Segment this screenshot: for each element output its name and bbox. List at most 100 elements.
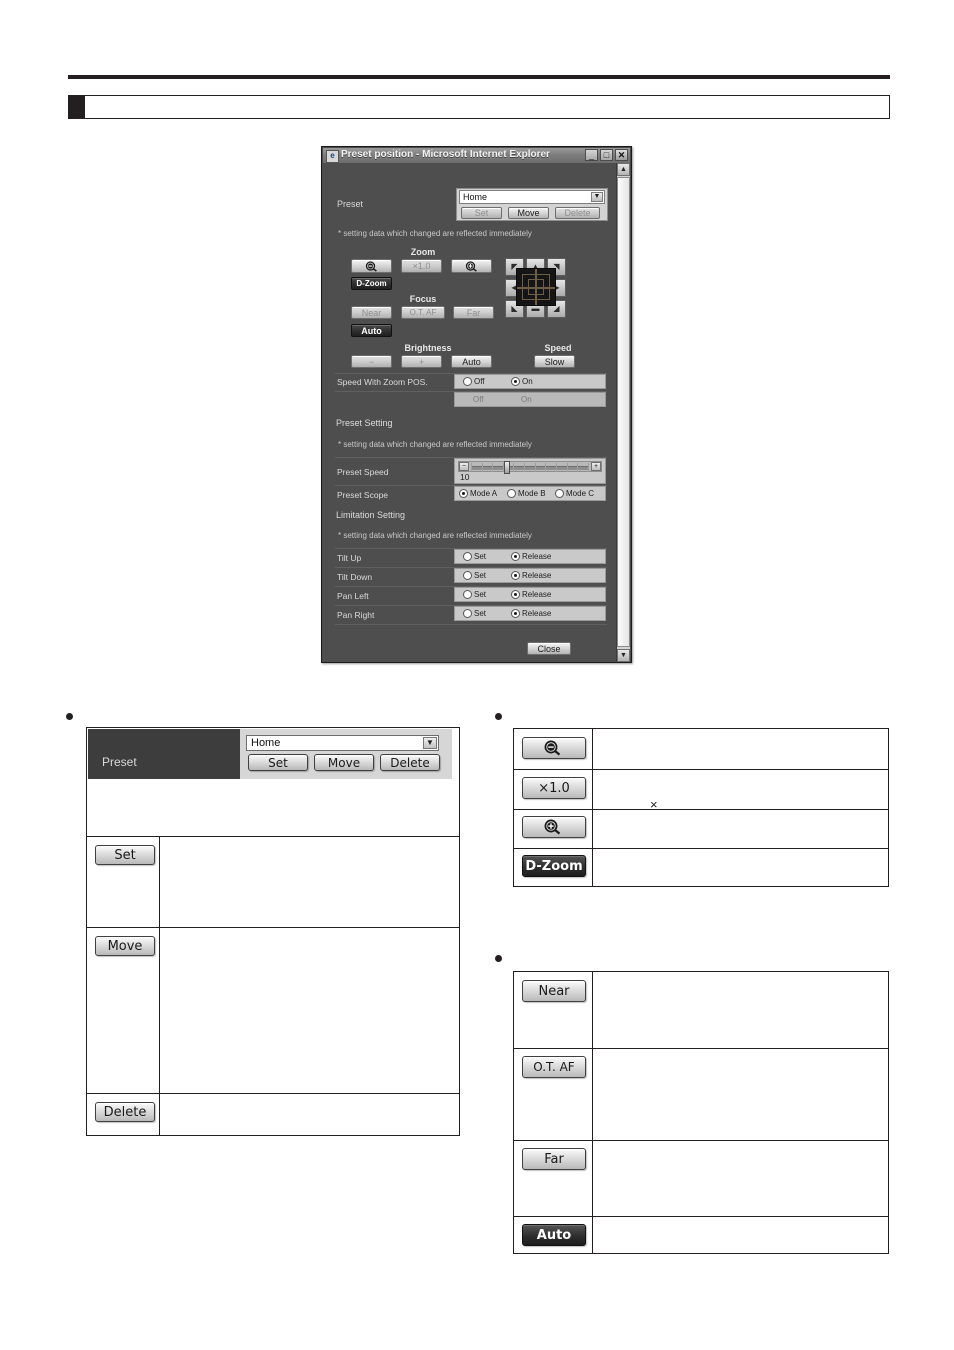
disabled-row-options: Off On	[454, 392, 606, 407]
preset-sample-move-button[interactable]: Move	[314, 754, 374, 771]
preset-sample-select[interactable]: Home ▼	[246, 735, 439, 751]
brightness-minus-button[interactable]: −	[351, 355, 392, 368]
focus-otaf-button[interactable]: O.T. AF	[401, 306, 445, 319]
tilt-up-set-label: Set	[474, 552, 487, 561]
zoom-out-icon	[365, 260, 377, 272]
preset-delete-row-button[interactable]: Delete	[95, 1102, 155, 1122]
pan-right-release[interactable]: Release	[511, 609, 551, 618]
zoom-x1-button[interactable]: ×1.0	[401, 259, 442, 273]
preset-delete-button[interactable]: Delete	[555, 207, 600, 219]
focus-far-row-button[interactable]: Far	[522, 1148, 586, 1170]
brightness-plus-button[interactable]: +	[401, 355, 442, 368]
brightness-auto-button[interactable]: Auto	[451, 355, 492, 368]
zoom-in-icon	[465, 260, 477, 272]
zoom-wide-button[interactable]	[351, 259, 392, 273]
radio-icon	[511, 552, 520, 561]
limitation-setting-note: * setting data which changed are reflect…	[338, 531, 532, 540]
tilt-down-release[interactable]: Release	[511, 571, 551, 580]
disabled-row-off: Off	[473, 395, 484, 404]
preset-sample-select-value: Home	[251, 737, 281, 749]
preset-speed-slider[interactable]: − +	[458, 461, 602, 474]
slider-minus-button[interactable]: −	[459, 462, 469, 471]
preset-set-row-button[interactable]: Set	[95, 845, 155, 865]
focus-near-button[interactable]: Near	[351, 306, 392, 319]
pad-center-preview[interactable]	[516, 268, 556, 306]
preset-label: Preset	[337, 199, 364, 209]
zoom-in-row-button[interactable]	[522, 816, 586, 838]
table-column-rule	[592, 972, 593, 1253]
focus-far-button[interactable]: Far	[453, 306, 494, 319]
focus-otaf-row-button[interactable]: O.T. AF	[522, 1056, 586, 1078]
preset-move-button[interactable]: Move	[508, 207, 549, 219]
minimize-button[interactable]: _	[585, 149, 598, 161]
speed-with-zoom-off[interactable]: Off	[463, 377, 485, 386]
focus-auto-button[interactable]: Auto	[351, 324, 392, 337]
maximize-button[interactable]: □	[600, 149, 613, 161]
preset-position-dialog: e Preset position - Microsoft Internet E…	[321, 146, 632, 663]
zoom-out-icon	[544, 740, 561, 756]
radio-icon	[463, 609, 472, 618]
pan-left-set[interactable]: Set	[463, 590, 486, 599]
page-root: e Preset position - Microsoft Internet E…	[0, 0, 954, 1350]
focus-auto-row-button[interactable]: Auto	[522, 1224, 586, 1246]
speed-with-zoom-off-label: Off	[474, 377, 485, 386]
speed-with-zoom-on[interactable]: On	[511, 377, 533, 386]
disabled-row-on: On	[521, 395, 532, 404]
preset-sample-dark-area	[88, 729, 240, 779]
speed-value-button[interactable]: Slow	[534, 355, 575, 368]
pan-right-set-label: Set	[474, 609, 487, 618]
pan-right-set[interactable]: Set	[463, 609, 486, 618]
pan-tilt-pad[interactable]: ◤ ▲ ◥ ◀ ▶ ◣ ▬ ◢	[505, 258, 567, 318]
scroll-down-icon[interactable]: ▼	[617, 649, 630, 662]
preset-move-row-button[interactable]: Move	[95, 936, 155, 956]
preset-scope-options: Mode A Mode B Mode C	[454, 486, 606, 501]
dzoom-button[interactable]: D-Zoom	[351, 277, 392, 290]
dzoom-row-button[interactable]: D-Zoom	[522, 855, 586, 877]
preset-select[interactable]: Home ▼	[459, 190, 605, 204]
preset-sample-label: Preset	[102, 755, 137, 769]
chevron-down-icon[interactable]: ▼	[591, 192, 603, 202]
preset-sample-set-button[interactable]: Set	[248, 754, 308, 771]
table-column-rule	[159, 836, 160, 1135]
focus-near-row-button[interactable]: Near	[522, 980, 586, 1002]
tilt-up-set[interactable]: Set	[463, 552, 486, 561]
table-rule	[514, 769, 888, 770]
tilt-down-label: Tilt Down	[337, 572, 373, 582]
pan-left-options: Set Release	[454, 587, 606, 602]
scrollbar-thumb[interactable]	[617, 177, 630, 647]
dialog-titlebar[interactable]: e Preset position - Microsoft Internet E…	[323, 148, 630, 163]
zoom-x1-row-button[interactable]: ×1.0	[522, 777, 586, 799]
disabled-row-on-label: On	[521, 395, 532, 404]
preset-sample-delete-button[interactable]: Delete	[380, 754, 440, 771]
preset-setting-note: * setting data which changed are reflect…	[338, 440, 532, 449]
pan-left-release[interactable]: Release	[511, 590, 551, 599]
preset-scope-mode-b[interactable]: Mode B	[507, 489, 546, 498]
slider-plus-button[interactable]: +	[591, 462, 601, 471]
preset-scope-mode-a[interactable]: Mode A	[459, 489, 497, 498]
radio-icon	[463, 590, 472, 599]
speed-group-header: Speed	[544, 343, 572, 353]
tilt-down-set[interactable]: Set	[463, 571, 486, 580]
window-controls: _ □ ✕	[585, 149, 628, 161]
row-divider	[335, 624, 607, 625]
zoom-out-row-button[interactable]	[522, 737, 586, 759]
dialog-close-button[interactable]: Close	[527, 642, 571, 655]
chevron-down-icon[interactable]: ▼	[423, 737, 437, 749]
scroll-up-icon[interactable]: ▲	[617, 163, 630, 176]
brightness-group-header: Brightness	[404, 343, 452, 353]
radio-icon	[511, 377, 520, 386]
preset-scope-mode-c[interactable]: Mode C	[555, 489, 594, 498]
preset-set-button[interactable]: Set	[461, 207, 502, 219]
table-rule	[514, 848, 888, 849]
radio-icon	[463, 552, 472, 561]
speed-with-zoom-options: Off On	[454, 374, 606, 389]
pan-left-set-label: Set	[474, 590, 487, 599]
tilt-up-release[interactable]: Release	[511, 552, 551, 561]
zoom-tele-button[interactable]	[451, 259, 492, 273]
dialog-scrollbar[interactable]: ▲ ▼	[616, 163, 630, 662]
tilt-up-release-label: Release	[522, 552, 552, 561]
preset-scope-mode-b-label: Mode B	[518, 489, 546, 498]
close-window-button[interactable]: ✕	[615, 149, 628, 161]
slider-thumb[interactable]	[504, 461, 510, 474]
pan-right-release-label: Release	[522, 609, 552, 618]
